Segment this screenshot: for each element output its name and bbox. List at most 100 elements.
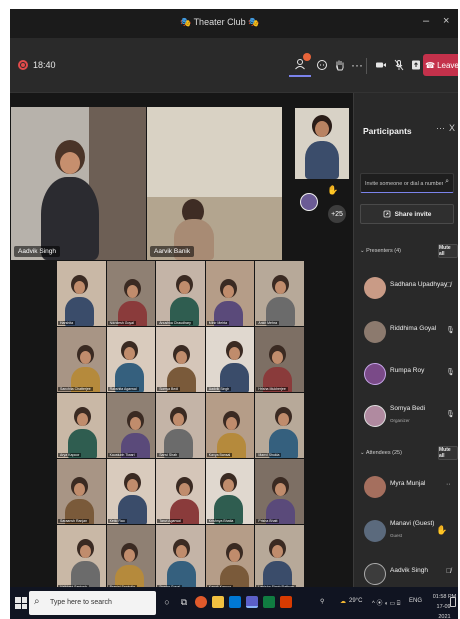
panel-close-button[interactable]: X xyxy=(449,123,455,133)
video-tile[interactable]: Pranjal Sankolla xyxy=(106,525,156,590)
participant-role: Organizer xyxy=(390,418,410,423)
teams-window: 🎭 Theater Club 🎭 – × 18:40 ··· ☎ Leave A… xyxy=(10,9,458,619)
video-tile[interactable]: Prisha Bhatt xyxy=(255,459,304,524)
participant-row[interactable]: Myra Munjal ·· xyxy=(354,472,458,502)
video-person-face xyxy=(74,483,85,496)
participant-row[interactable]: Aadvik Singh 🎙̸ xyxy=(354,559,458,589)
participant-name-tag: Nikhilesh Goyal xyxy=(107,321,136,325)
video-tile[interactable]: Ketki Rao xyxy=(106,459,156,524)
participant-row[interactable]: Manavi (Guest) Guest ✋ xyxy=(354,516,458,546)
share-screen-icon xyxy=(412,60,420,70)
leave-label: Leave xyxy=(437,60,458,70)
participant-name: Myra Munjal xyxy=(390,480,426,487)
video-tile[interactable]: Vaibhavi Santosh xyxy=(57,525,106,590)
video-tile-presenter[interactable] xyxy=(295,108,349,179)
video-person-face xyxy=(123,347,135,360)
windows-start-icon[interactable] xyxy=(15,597,27,609)
browser-icon[interactable] xyxy=(195,596,207,608)
video-tile[interactable]: Krishnya Bhatia xyxy=(205,459,255,524)
close-window-button[interactable]: × xyxy=(443,15,449,27)
invite-field[interactable]: ⌕ xyxy=(360,173,454,193)
more-participants-button[interactable]: +25 xyxy=(328,205,346,223)
teams-icon[interactable] xyxy=(246,596,258,608)
participant-name-tag: Sanvi Shah xyxy=(157,453,180,457)
presenters-section-header[interactable]: ⌄ Presenters (4) xyxy=(360,248,401,254)
video-tile[interactable]: Tanvi Agarwal xyxy=(156,459,205,524)
mute-all-presenters-button[interactable]: Mute all xyxy=(438,244,458,258)
video-tile[interactable]: Anushka Chaudhary xyxy=(156,261,205,326)
minimize-button[interactable]: – xyxy=(423,15,429,27)
mic-off-icon: 🎙̸ xyxy=(446,568,452,575)
participant-row[interactable]: Somya Bedi Organizer 🎙 xyxy=(354,401,458,431)
person-icon[interactable]: ⚲ xyxy=(320,598,324,605)
video-person-face xyxy=(315,121,329,137)
video-tile[interactable]: Kavya Bansal xyxy=(205,393,255,458)
share-invite-button[interactable]: Share invite xyxy=(360,204,454,224)
video-tile[interactable]: Nikhilesh Goyal xyxy=(106,261,156,326)
search-icon: ⌕ xyxy=(445,178,449,185)
participant-row[interactable]: Sadhana Upadhyay 🎙̸ xyxy=(354,273,458,303)
video-tile[interactable]: Hrisha Mukherjee xyxy=(255,327,304,392)
participant-name-tag: Arya Kapoor xyxy=(58,453,82,457)
video-tile[interactable]: Mihir Mehta xyxy=(205,261,255,326)
video-tile[interactable]: Somya Bedi xyxy=(156,327,205,392)
video-tile[interactable]: Ankit Mehra xyxy=(255,261,304,326)
video-gallery: Harshita Nikhilesh Goyal Anushka Chaudhary… xyxy=(57,261,305,591)
participant-row[interactable]: Riddhima Goyal 🎙 xyxy=(354,317,458,347)
panel-title: Participants xyxy=(363,126,412,136)
attendees-label: Attendees (25) xyxy=(365,450,402,456)
taskbar-search-placeholder: Type here to search xyxy=(50,599,112,606)
system-tray-icons[interactable]: ^ ⦿ ◖ ▭ ⌸ xyxy=(372,598,400,608)
video-tile-featured[interactable]: Aarvik Banik xyxy=(147,107,282,260)
participant-name-tag: Mihir Mehta xyxy=(206,321,230,325)
windows-taskbar: ⌕ Type here to search ○ ⧉ ⚲ ☁ 29°C ^ ⦿ ◖… xyxy=(10,587,458,619)
video-person-face xyxy=(123,549,135,562)
participant-name-tag: Aadvik Singh xyxy=(206,387,232,391)
participant-name-tag: Tanvi Agarwal xyxy=(157,519,183,523)
video-tile[interactable]: Lenisha Singh Rathore xyxy=(255,525,304,590)
theater-masks-icon: 🎭 xyxy=(248,17,260,27)
mic-icon: 🎙 xyxy=(446,327,455,334)
video-person-face xyxy=(222,479,234,492)
participant-name: Aadvik Singh xyxy=(390,567,428,574)
participant-name-tag: Manvi Shukla xyxy=(256,453,282,457)
video-stage: Aadvik Singh Aarvik Banik ✋ +25 Harshita… xyxy=(10,93,353,590)
leave-button[interactable]: ☎ Leave xyxy=(423,54,458,76)
video-tile-featured[interactable]: Aadvik Singh xyxy=(11,107,146,260)
video-tile[interactable]: Sanvi Shah xyxy=(156,393,205,458)
notification-icon[interactable] xyxy=(450,597,456,607)
video-tile[interactable]: Manvi Shukla xyxy=(255,393,304,458)
store-icon[interactable] xyxy=(229,596,241,608)
video-tile[interactable]: Rakshita Agarwal xyxy=(106,327,156,392)
raised-hand-icon: ✋ xyxy=(436,525,448,535)
mute-all-attendees-button[interactable]: Mute all xyxy=(438,446,458,460)
panel-more-button[interactable]: ··· xyxy=(436,123,445,133)
invite-input[interactable] xyxy=(365,178,443,190)
video-person-face xyxy=(129,417,141,430)
attendees-section-header[interactable]: ⌄ Attendees (25) xyxy=(360,450,402,456)
participant-name-tag: Kaustubh Tiwari xyxy=(107,453,137,457)
video-tile[interactable]: Aadvik Singh xyxy=(205,327,255,392)
more-actions-button[interactable]: ··· xyxy=(346,53,368,77)
participant-name-tag: Ankit Mehra xyxy=(256,321,280,325)
participant-name-tag: Saraansh Ranjan xyxy=(58,519,90,523)
video-tile[interactable]: Harshita xyxy=(57,261,106,326)
file-explorer-icon[interactable] xyxy=(212,596,224,608)
video-person-face xyxy=(60,152,80,174)
video-tile[interactable]: Arya Kapoor xyxy=(57,393,106,458)
task-view-icon[interactable]: ⧉ xyxy=(178,596,190,608)
powerpoint-icon[interactable] xyxy=(280,596,292,608)
video-tile[interactable]: Sweha Goyal xyxy=(156,525,205,590)
video-tile[interactable]: Saraansh Ranjan xyxy=(57,459,106,524)
video-tile[interactable]: Sanchita Chatterjee xyxy=(57,327,106,392)
video-person-face xyxy=(228,347,240,360)
language-indicator[interactable]: ENG xyxy=(409,598,422,604)
video-tile[interactable]: Kanak Kapoor xyxy=(205,525,255,590)
video-tile[interactable]: Kaustubh Tiwari xyxy=(106,393,156,458)
show-participants-button[interactable] xyxy=(289,53,311,77)
participant-row[interactable]: Rumpa Roy 🎙 xyxy=(354,359,458,389)
taskbar-search[interactable]: ⌕ Type here to search xyxy=(29,591,156,615)
excel-icon[interactable] xyxy=(263,596,275,608)
cortana-icon[interactable]: ○ xyxy=(161,596,173,608)
participant-avatar xyxy=(364,563,386,585)
